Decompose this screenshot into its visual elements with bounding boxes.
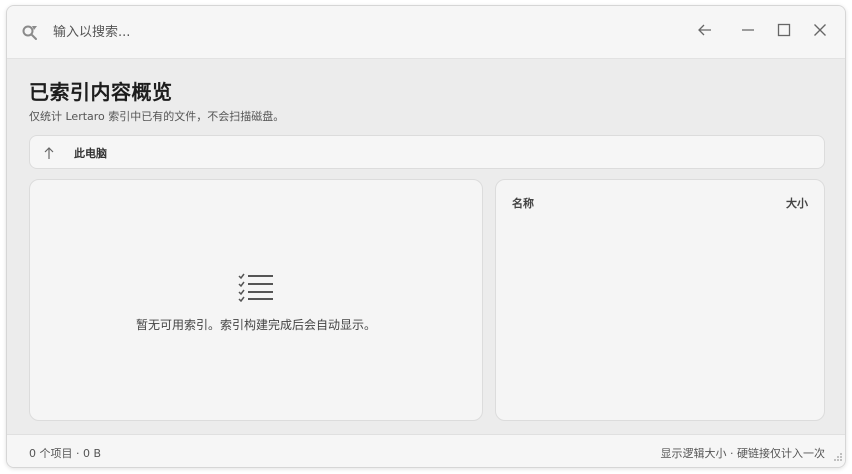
search-icon bbox=[21, 23, 39, 41]
column-header-size[interactable]: 大小 bbox=[786, 195, 808, 211]
page-title: 已索引内容概览 bbox=[29, 80, 173, 104]
title-bar bbox=[7, 6, 845, 59]
minimize-button[interactable] bbox=[734, 16, 762, 44]
empty-state-text: 暂无可用索引。索引构建完成后会自动显示。 bbox=[135, 318, 376, 332]
column-header-name[interactable]: 名称 bbox=[512, 195, 534, 211]
size-mode-status: 显示逻辑大小 · 硬链接仅计入一次 bbox=[660, 447, 826, 460]
page-subtitle: 仅统计 Lertaro 索引中已有的文件，不会扫描磁盘。 bbox=[29, 110, 285, 123]
app-window: 已索引内容概览 仅统计 Lertaro 索引中已有的文件，不会扫描磁盘。 此电脑 bbox=[6, 5, 846, 468]
search-input[interactable] bbox=[53, 20, 453, 44]
arrow-left-icon bbox=[697, 22, 713, 38]
resize-grip-icon[interactable] bbox=[833, 447, 843, 466]
breadcrumb-item-this-pc[interactable]: 此电脑 bbox=[74, 145, 107, 161]
arrow-up-icon[interactable] bbox=[42, 145, 56, 164]
status-bar: 0 个项目 · 0 B 显示逻辑大小 · 硬链接仅计入一次 bbox=[7, 434, 845, 467]
minimize-icon bbox=[740, 22, 756, 38]
close-icon bbox=[812, 22, 828, 38]
index-overview-panel: 暂无可用索引。索引构建完成后会自动显示。 bbox=[29, 179, 483, 421]
close-button[interactable] bbox=[806, 16, 834, 44]
file-list-panel: 名称 大小 bbox=[495, 179, 825, 421]
breadcrumb: 此电脑 bbox=[29, 135, 825, 169]
back-button[interactable] bbox=[691, 16, 719, 44]
maximize-button[interactable] bbox=[770, 16, 798, 44]
checklist-icon bbox=[238, 272, 274, 306]
item-count-status: 0 个项目 · 0 B bbox=[29, 447, 102, 460]
maximize-icon bbox=[776, 22, 792, 38]
